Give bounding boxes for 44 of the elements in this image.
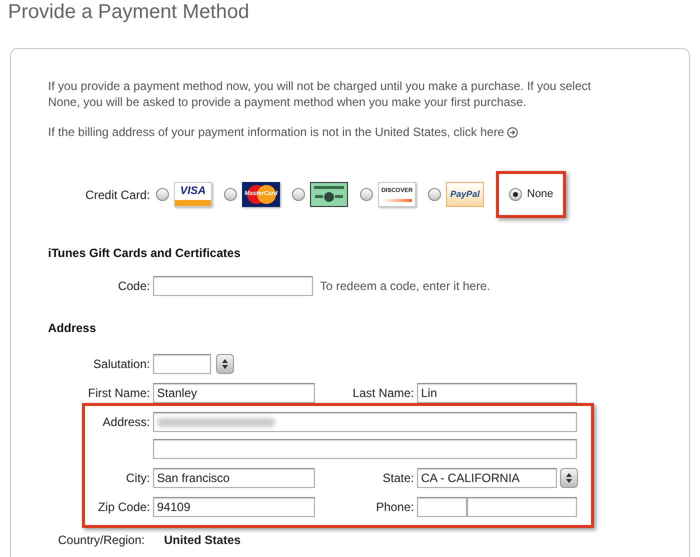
text-field[interactable] (467, 497, 577, 517)
radio-button[interactable] (428, 188, 441, 201)
up-down-arrows-icon (222, 359, 228, 369)
text-field[interactable] (153, 354, 211, 374)
field-label: Address: (102, 414, 151, 431)
field-label: City: (125, 470, 151, 487)
card-logo: VISA (174, 182, 212, 207)
card-logo (310, 182, 348, 207)
field-label: Phone: (374, 499, 415, 516)
field-label: Zip Code: (96, 499, 151, 516)
text-field[interactable]: 94109 (153, 497, 315, 517)
hint-text: To redeem a code, enter it here. (320, 278, 490, 295)
text-field[interactable] (153, 276, 313, 296)
stepper-button[interactable] (560, 468, 578, 488)
field-label: Country/Region: (58, 532, 146, 549)
section-heading: Address (48, 320, 98, 337)
text-field[interactable]: CA - CALIFORNIA (417, 468, 557, 488)
text-field[interactable]: San francisco (153, 468, 315, 488)
radio-button[interactable] (292, 188, 305, 201)
field-label: Code: (116, 278, 151, 295)
field-label: Salutation: (92, 356, 151, 373)
text-field[interactable] (417, 497, 467, 517)
field-label: Last Name: (352, 385, 415, 402)
radio-button[interactable] (156, 188, 169, 201)
field-label: State: (382, 470, 415, 487)
radio-button[interactable] (224, 188, 237, 201)
text-field[interactable]: Stanley (153, 383, 315, 403)
page-title: Provide a Payment Method (8, 0, 250, 24)
text-field[interactable] (153, 412, 577, 432)
field-label: First Name: (86, 385, 151, 402)
text-field[interactable] (153, 439, 577, 459)
billing-link[interactable]: If the billing address of your payment information is not in the United States, click here (48, 123, 504, 141)
text-field[interactable]: Lin (417, 383, 577, 403)
arrow-circle-icon[interactable] (507, 126, 518, 138)
radio-button[interactable] (509, 188, 522, 201)
intro-text: If you provide a payment method now, you will not be charged until you make a purchase. If you select None, you will be asked to provide a payment method when you make your first purchase. (48, 78, 592, 110)
up-down-arrows-icon (566, 473, 572, 483)
card-logo: PayPal (446, 182, 484, 207)
section-heading: iTunes Gift Cards and Certificates (48, 245, 242, 262)
country-value: United States (164, 532, 241, 549)
radio-button[interactable] (360, 188, 373, 201)
field-label: Credit Card: (84, 186, 151, 204)
stepper-button[interactable] (216, 354, 234, 374)
option-label: None (527, 187, 554, 202)
